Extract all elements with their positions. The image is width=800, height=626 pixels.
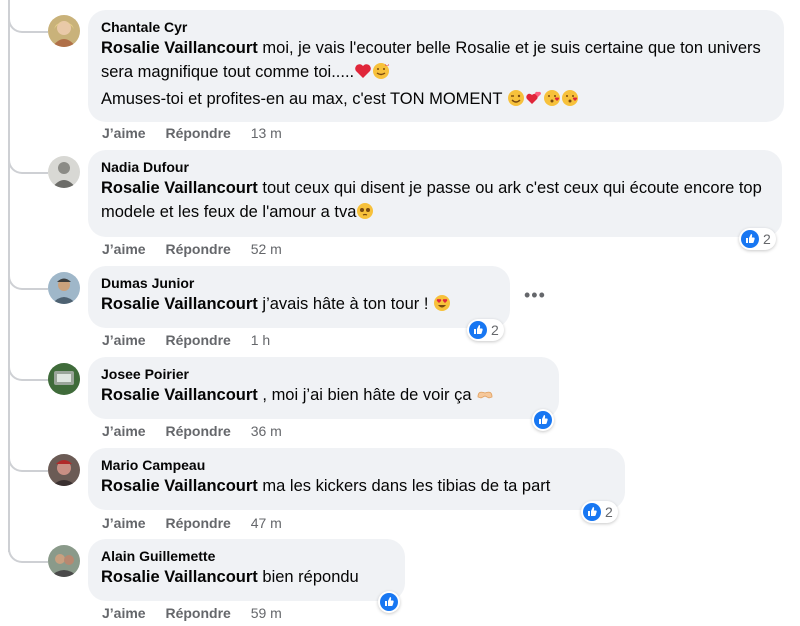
reply-button[interactable]: Répondre	[165, 515, 230, 531]
comment-time[interactable]: 13 m	[251, 125, 282, 141]
comment-author[interactable]: Dumas Junior	[101, 274, 498, 292]
mention-link[interactable]: Rosalie Vaillancourt	[101, 39, 258, 57]
comment-time[interactable]: 1 h	[251, 332, 270, 348]
thread-branch	[8, 446, 48, 472]
comment-actions: J’aime Répondre 47 m	[102, 514, 298, 532]
two-hearts-icon	[525, 89, 543, 114]
like-button[interactable]: J’aime	[102, 605, 146, 621]
winking-face-icon	[507, 89, 525, 114]
reply-button[interactable]: Répondre	[165, 423, 230, 439]
comment-text: Rosalie Vaillancourt bien répondu	[101, 565, 393, 589]
like-reaction-icon	[379, 592, 399, 612]
comment-actions: J’aime Répondre 59 m	[102, 604, 298, 622]
mention-link[interactable]: Rosalie Vaillancourt	[101, 568, 258, 586]
comment-actions: J’aime Répondre 1 h	[102, 331, 286, 349]
kissing-face-icon	[543, 89, 561, 114]
like-reaction-icon	[582, 502, 602, 522]
comment-author[interactable]: Alain Guillemette	[101, 547, 393, 565]
reaction-badge[interactable]: 2	[739, 228, 776, 250]
thread-branch	[8, 148, 48, 174]
mention-link[interactable]: Rosalie Vaillancourt	[101, 477, 258, 495]
comment-time[interactable]: 36 m	[251, 423, 282, 439]
comment-body-line-2: Amuses-toi et profites-en au max, c'est …	[101, 90, 503, 108]
comment-bubble: Dumas Junior Rosalie Vaillancourt j’avai…	[88, 266, 510, 328]
like-button[interactable]: J’aime	[102, 423, 146, 439]
comment-text: Rosalie Vaillancourt ma les kickers dans…	[101, 474, 613, 498]
comment-text: Rosalie Vaillancourt moi, je vais l'ecou…	[101, 36, 772, 114]
mention-link[interactable]: Rosalie Vaillancourt	[101, 295, 258, 313]
heart-hands-icon	[476, 385, 494, 410]
comment-body: ma les kickers dans les tibias de ta par…	[257, 477, 551, 495]
reaction-badge[interactable]	[532, 409, 554, 431]
comment-actions: J’aime Répondre 36 m	[102, 422, 298, 440]
more-options-button[interactable]: •••	[524, 285, 546, 306]
like-button[interactable]: J’aime	[102, 241, 146, 257]
like-reaction-icon	[533, 410, 553, 430]
mention-link[interactable]: Rosalie Vaillancourt	[101, 386, 258, 404]
comment-text: Rosalie Vaillancourt j’avais hâte à ton …	[101, 292, 498, 319]
reply-button[interactable]: Répondre	[165, 241, 230, 257]
comment-bubble: Nadia Dufour Rosalie Vaillancourt tout c…	[88, 150, 782, 237]
avatar[interactable]	[48, 363, 80, 395]
smiling-face-with-hearts-icon	[372, 62, 390, 87]
reaction-badge[interactable]: 2	[467, 319, 504, 341]
reply-button[interactable]: Répondre	[165, 332, 230, 348]
comment-author[interactable]: Mario Campeau	[101, 456, 613, 474]
reaction-count: 2	[605, 504, 613, 520]
comment-text: Rosalie Vaillancourt , moi j’ai bien hât…	[101, 383, 547, 410]
comment-bubble: Alain Guillemette Rosalie Vaillancourt b…	[88, 539, 405, 601]
heart-eyes-icon	[433, 294, 451, 319]
comment-bubble: Mario Campeau Rosalie Vaillancourt ma le…	[88, 448, 625, 510]
reaction-badge[interactable]	[378, 591, 400, 613]
reaction-count: 2	[763, 231, 771, 247]
comment-text: Rosalie Vaillancourt tout ceux qui disen…	[101, 176, 770, 227]
comment-author[interactable]: Chantale Cyr	[101, 18, 772, 36]
like-reaction-icon	[740, 229, 760, 249]
reply-button[interactable]: Répondre	[165, 125, 230, 141]
comment-bubble: Chantale Cyr Rosalie Vaillancourt moi, j…	[88, 10, 784, 122]
pleading-face-icon	[356, 202, 374, 227]
thread-branch	[8, 355, 48, 381]
thread-branch	[8, 537, 48, 563]
like-button[interactable]: J’aime	[102, 515, 146, 531]
comment-body: bien répondu	[257, 568, 359, 586]
thread-branch	[8, 264, 48, 290]
comment-bubble: Josee Poirier Rosalie Vaillancourt , moi…	[88, 357, 559, 419]
comment-author[interactable]: Nadia Dufour	[101, 158, 770, 176]
comment-body: , moi j’ai bien hâte de voir ça	[257, 386, 477, 404]
avatar[interactable]	[48, 545, 80, 577]
comment-time[interactable]: 47 m	[251, 515, 282, 531]
avatar[interactable]	[48, 156, 80, 188]
avatar[interactable]	[48, 454, 80, 486]
kissing-face-icon	[561, 89, 579, 114]
thread-branch	[8, 0, 48, 33]
reaction-badge[interactable]: 2	[581, 501, 618, 523]
avatar[interactable]	[48, 15, 80, 47]
comment-time[interactable]: 59 m	[251, 605, 282, 621]
comment-author[interactable]: Josee Poirier	[101, 365, 547, 383]
like-reaction-icon	[468, 320, 488, 340]
comment-actions: J’aime Répondre 52 m	[102, 240, 298, 258]
like-button[interactable]: J’aime	[102, 332, 146, 348]
reaction-count: 2	[491, 322, 499, 338]
comment-body: j’avais hâte à ton tour !	[257, 295, 433, 313]
avatar[interactable]	[48, 272, 80, 304]
comment-time[interactable]: 52 m	[251, 241, 282, 257]
mention-link[interactable]: Rosalie Vaillancourt	[101, 179, 258, 197]
comment-actions: J’aime Répondre 13 m	[102, 124, 298, 142]
reply-button[interactable]: Répondre	[165, 605, 230, 621]
heart-emoji-icon	[354, 62, 372, 87]
like-button[interactable]: J’aime	[102, 125, 146, 141]
